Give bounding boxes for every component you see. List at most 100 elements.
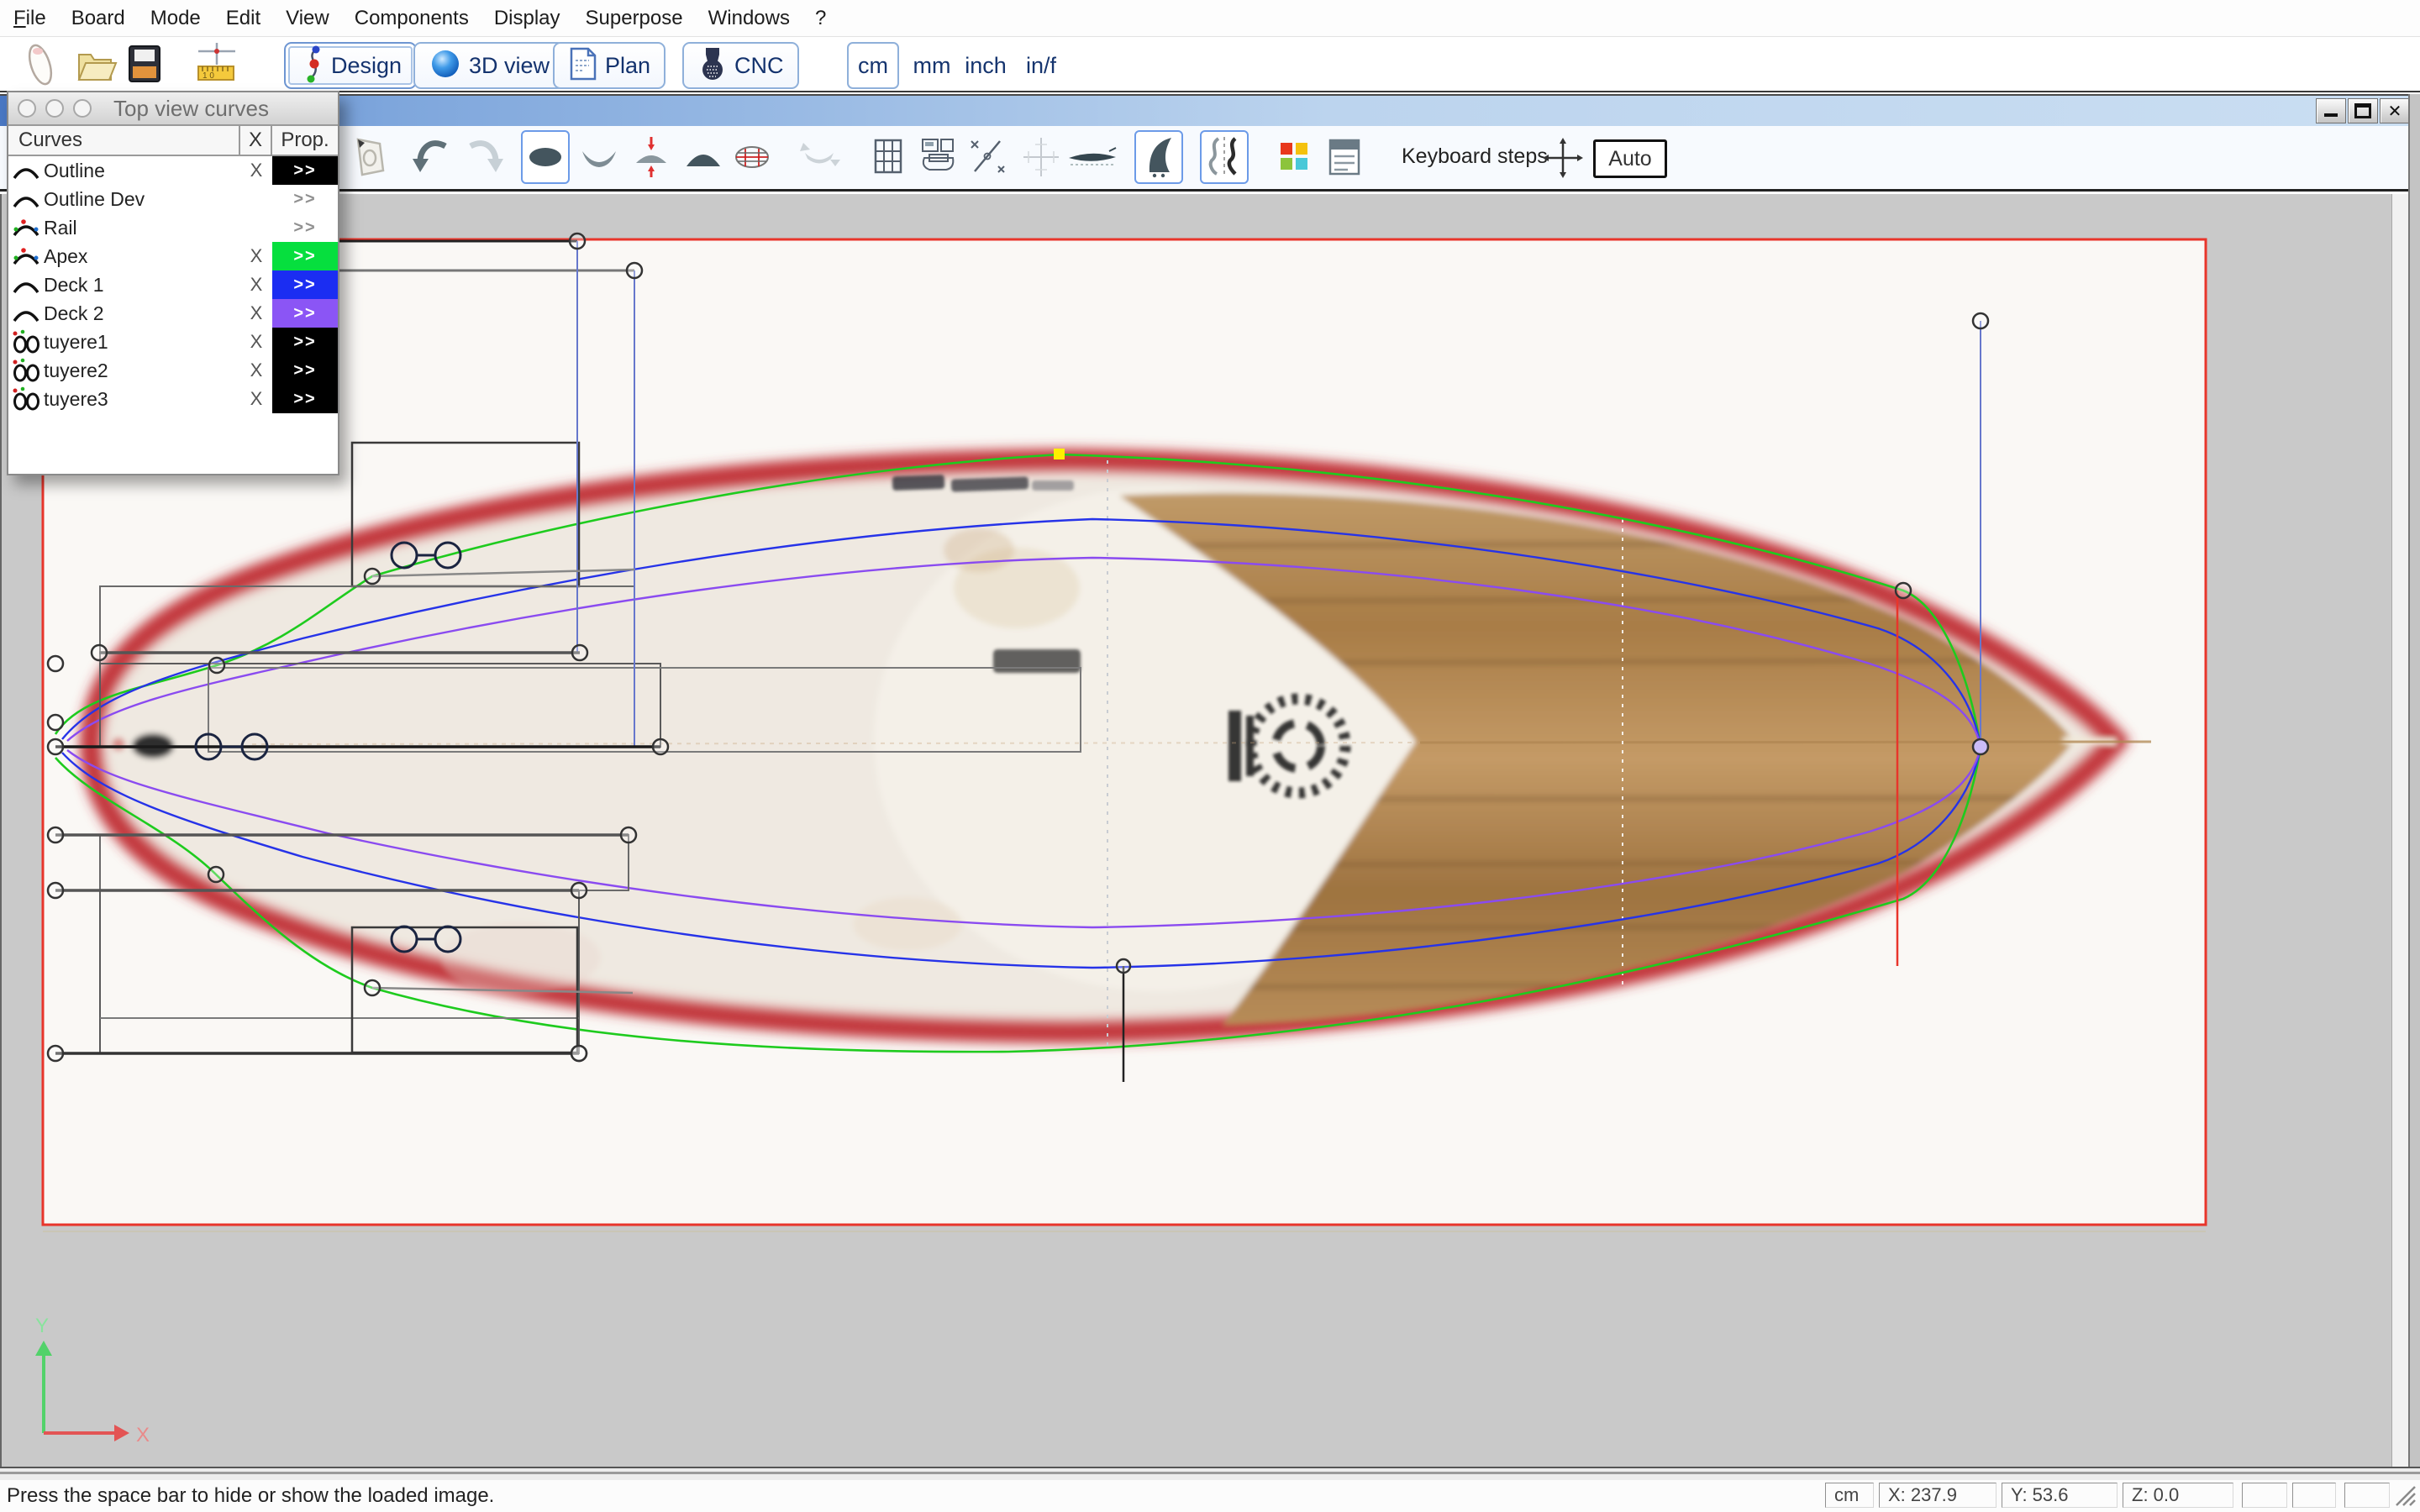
minimize-button[interactable] [2316,98,2346,123]
curve-row-rail[interactable]: Rail>> [8,213,338,242]
panel-circle-button-1[interactable] [18,99,36,118]
curve-row-outline[interactable]: OutlineX>> [8,156,338,185]
curve-visibility-x[interactable]: X [240,302,272,324]
menu-item-help[interactable]: ? [815,7,826,30]
color-squares-icon[interactable] [1270,133,1316,181]
curve-prop-button[interactable]: >> [272,185,338,213]
vertical-scrollbar[interactable] [2391,194,2408,1467]
curve-prop-button[interactable]: >> [272,156,338,185]
curve-row-deck-2[interactable]: Deck 2X>> [8,299,338,328]
rings-icon [8,329,44,354]
menu-item-mode[interactable]: Mode [150,7,201,30]
3dview-mode-button[interactable]: 3D view [413,42,565,89]
curve-row-deck-1[interactable]: Deck 1X>> [8,270,338,299]
deck-tool-icon[interactable] [681,133,726,181]
curve-prop-button[interactable]: >> [272,299,338,328]
curve-visibility-x[interactable]: X [240,388,272,410]
curve-row-apex[interactable]: ApexX>> [8,242,338,270]
close-icon: ✕ [2388,101,2402,122]
menu-item-file[interactable]: File [13,7,46,30]
rocker-tool-icon[interactable] [576,133,622,181]
unit-cm[interactable]: cm [847,42,899,89]
menu-item-view[interactable]: View [286,7,329,30]
status-z-coordinate: Z: 0.0 [2123,1483,2233,1508]
minimize-icon [2324,105,2338,117]
menu-bar: File Board Mode Edit View Components Display Su… [0,0,2420,37]
board-outline-icon[interactable] [15,39,64,88]
window-right-border [2408,94,2420,1467]
slice-tool-icon[interactable] [729,133,775,181]
menu-item-display[interactable]: Display [494,7,560,30]
curves-compare-icon[interactable] [1200,130,1249,184]
rings-icon [8,386,44,412]
curve-visibility-x[interactable]: X [240,360,272,381]
curve-visibility-x[interactable]: X [240,331,272,353]
window-bottom-border [0,1467,2420,1480]
status-message: Press the space bar to hide or show the … [7,1484,494,1508]
curve-prop-button[interactable]: >> [272,385,338,413]
menu-item-windows[interactable]: Windows [708,7,790,30]
flip-tool-icon[interactable] [797,133,842,181]
top-view-curves-panel: Top view curves Curves X Prop. OutlineX>… [7,91,339,475]
cnc-mode-label: CNC [734,53,784,79]
curves-panel-titlebar[interactable]: Top view curves [8,92,338,126]
curve-row-tuyere3[interactable]: tuyere3X>> [8,385,338,413]
auto-button[interactable]: Auto [1593,139,1667,178]
curve-prop-button[interactable]: >> [272,356,338,385]
curve-label: tuyere1 [44,331,240,354]
grid-icon[interactable] [865,133,911,181]
panel-circle-button-3[interactable] [73,99,92,118]
dimensions-icon[interactable]: 1 0 [192,39,240,88]
curve-prop-button[interactable]: >> [272,270,338,299]
resize-grip[interactable] [2395,1485,2417,1507]
plan-mode-button[interactable]: Plan [553,42,666,89]
measure-icon[interactable] [965,133,1010,181]
curve-label: Outline Dev [44,188,240,211]
open-folder-icon[interactable] [71,39,119,88]
outline-tool-icon[interactable] [521,130,570,184]
unit-inf[interactable]: in/f [1015,42,1067,89]
unit-mm[interactable]: mm [908,42,956,89]
undo-icon[interactable] [410,133,455,181]
column-header-curves: Curves [8,126,240,155]
design-icon [299,45,324,87]
board-profile-icon[interactable] [1065,133,1111,181]
curve-prop-button[interactable]: >> [272,242,338,270]
menu-item-components[interactable]: Components [355,7,469,30]
redo-icon[interactable] [460,133,506,181]
save-icon[interactable] [119,39,168,88]
maximize-button[interactable] [2348,98,2378,123]
menu-item-superpose[interactable]: Superpose [586,7,683,30]
curve-visibility-x[interactable]: X [240,274,272,296]
curve-points-icon [8,217,44,239]
status-empty-cell-3 [2344,1483,2390,1508]
curve-row-tuyere1[interactable]: tuyere1X>> [8,328,338,356]
curve-icon [8,302,44,324]
curve-row-outline-dev[interactable]: Outline Dev >> [8,185,338,213]
thickness-tool-icon[interactable] [629,133,674,181]
fin-tool-icon[interactable] [1134,130,1183,184]
curve-visibility-x[interactable]: X [240,245,272,267]
curve-visibility-x[interactable]: X [240,160,272,181]
crosshair-icon[interactable] [1018,133,1064,181]
panel-circle-button-2[interactable] [45,99,64,118]
close-button[interactable]: ✕ [2380,98,2410,123]
design-mode-button[interactable]: Design [284,42,417,89]
status-empty-cell-2 [2292,1483,2336,1508]
keyboard-steps-label: Keyboard steps [1402,144,1548,169]
sticker-icon[interactable] [346,133,392,181]
curve-prop-button[interactable]: >> [272,213,338,242]
cnc-mode-button[interactable]: CNC [682,42,799,89]
move-cross-icon[interactable] [1543,138,1588,186]
curve-icon [8,274,44,296]
menu-item-board[interactable]: Board [71,7,125,30]
curve-row-tuyere2[interactable]: tuyere2X>> [8,356,338,385]
design-canvas[interactable] [0,194,2391,1467]
status-x-coordinate: X: 237.9 [1879,1483,1996,1508]
list-panel-icon[interactable] [1321,133,1366,181]
unit-inch[interactable]: inch [958,42,1013,89]
menu-item-edit[interactable]: Edit [226,7,260,30]
curve-prop-button[interactable]: >> [272,328,338,356]
design-mode-label: Design [331,53,402,79]
machine-panel-icon[interactable] [916,133,961,181]
